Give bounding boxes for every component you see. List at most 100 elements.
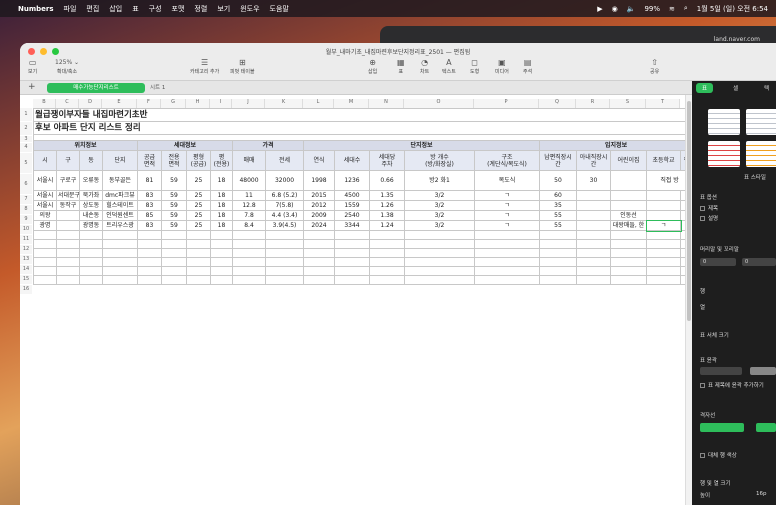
- table-cell[interactable]: 공급 면적: [137, 150, 162, 171]
- table-cell[interactable]: 단지정보: [303, 140, 540, 151]
- table-button[interactable]: ▦ 표: [397, 58, 405, 75]
- table-cell[interactable]: 18: [210, 200, 233, 211]
- table-cell[interactable]: [137, 248, 162, 258]
- table-cell[interactable]: [137, 275, 162, 285]
- table-cell[interactable]: [137, 230, 162, 240]
- table-cell[interactable]: 2024: [303, 220, 335, 231]
- column-header[interactable]: O: [404, 99, 474, 108]
- table-cell[interactable]: 4500: [334, 190, 370, 201]
- table-cell[interactable]: 남편직장시 간: [539, 150, 577, 171]
- table-cell[interactable]: [646, 257, 681, 267]
- table-cell[interactable]: [303, 239, 335, 249]
- sheet-tab-active[interactable]: 매수가능단지리스트: [47, 83, 145, 93]
- column-header[interactable]: J: [232, 99, 265, 108]
- table-cell[interactable]: 대왕매들, 한: [610, 220, 647, 231]
- table-cell[interactable]: [210, 248, 233, 258]
- table-cell[interactable]: 1236: [334, 170, 370, 191]
- table-cell[interactable]: ㄱ: [474, 190, 540, 201]
- table-cell[interactable]: [186, 266, 211, 276]
- table-cell[interactable]: [210, 257, 233, 267]
- table-cell[interactable]: [576, 266, 611, 276]
- table-cell[interactable]: 전용 면적: [161, 150, 187, 171]
- table-cell[interactable]: [79, 239, 103, 249]
- table-cell[interactable]: [56, 257, 80, 267]
- table-cell[interactable]: 2012: [303, 200, 335, 211]
- outline-style-select[interactable]: [700, 367, 742, 375]
- table-cell[interactable]: [210, 230, 233, 240]
- table-cell[interactable]: 내손동: [79, 210, 103, 221]
- table-cell[interactable]: [56, 275, 80, 285]
- table-cell[interactable]: [56, 266, 80, 276]
- table-cell[interactable]: 3.9(4.5): [265, 220, 304, 231]
- table-cell[interactable]: 직접 방: [645, 170, 685, 191]
- tab-table[interactable]: 표: [696, 83, 714, 93]
- table-cell[interactable]: [137, 239, 162, 249]
- table-cell[interactable]: 83: [137, 220, 162, 231]
- share-button[interactable]: ⇧ 공유: [650, 58, 659, 75]
- column-header[interactable]: Q: [539, 99, 576, 108]
- table-cell[interactable]: 인동선: [610, 210, 647, 221]
- table-cell[interactable]: 서울시: [33, 200, 57, 211]
- table-cell[interactable]: 6.8 (5.2): [265, 190, 304, 201]
- table-cell[interactable]: 1559: [334, 200, 370, 211]
- table-cell[interactable]: [102, 230, 138, 240]
- table-cell[interactable]: dmc파크뷰: [102, 190, 138, 201]
- table-cell[interactable]: [161, 239, 187, 249]
- table-cell[interactable]: [186, 257, 211, 267]
- table-cell[interactable]: [576, 200, 611, 211]
- table-cell[interactable]: [646, 248, 681, 258]
- table-cell[interactable]: 방2 화1: [404, 170, 475, 191]
- table-cell[interactable]: [610, 239, 647, 249]
- table-cell[interactable]: 55: [539, 220, 577, 231]
- pivot-table-button[interactable]: ⊞ 피벗 테이블: [230, 58, 255, 75]
- table-cell[interactable]: 12.8: [232, 200, 266, 211]
- row-header[interactable]: 15: [20, 275, 32, 284]
- outline-title-checkbox[interactable]: [700, 383, 705, 388]
- table-cell[interactable]: [539, 275, 577, 285]
- table-cell[interactable]: [79, 230, 103, 240]
- table-cell[interactable]: [56, 220, 80, 231]
- table-cell[interactable]: 85: [137, 210, 162, 221]
- table-cell[interactable]: [576, 239, 611, 249]
- table-cell[interactable]: [33, 266, 57, 276]
- table-style-thumb[interactable]: [708, 109, 740, 135]
- column-header[interactable]: B: [33, 99, 56, 108]
- table-cell[interactable]: [404, 257, 475, 267]
- datetime[interactable]: 1월 5일 (일) 오전 6:54: [697, 4, 768, 14]
- table-cell[interactable]: [369, 248, 405, 258]
- table-cell[interactable]: [646, 210, 681, 221]
- table-cell[interactable]: 59: [161, 210, 187, 221]
- table-cell[interactable]: [474, 266, 540, 276]
- row-header[interactable]: 1: [20, 108, 32, 121]
- table-cell[interactable]: [56, 239, 80, 249]
- table-cell[interactable]: 복도식: [474, 170, 540, 191]
- table-cell[interactable]: 60: [539, 190, 577, 201]
- table-cell[interactable]: 동: [79, 150, 103, 171]
- table-cell[interactable]: 위치정보: [33, 140, 138, 151]
- table-cell[interactable]: [576, 220, 611, 231]
- row-header[interactable]: 4: [20, 143, 32, 152]
- comment-button[interactable]: ▤ 주석: [523, 58, 532, 75]
- gridlines-toggle[interactable]: [756, 423, 776, 432]
- table-cell[interactable]: 59: [161, 200, 187, 211]
- table-cell[interactable]: 상도동: [79, 200, 103, 211]
- table-cell[interactable]: [102, 257, 138, 267]
- media-button[interactable]: ▣ 미디어: [495, 58, 509, 75]
- column-header[interactable]: K: [265, 99, 303, 108]
- play-icon[interactable]: ▶: [597, 5, 602, 13]
- table-cell[interactable]: [186, 248, 211, 258]
- table-cell[interactable]: 18: [210, 220, 233, 231]
- table-cell[interactable]: [576, 275, 611, 285]
- table-cell[interactable]: [646, 230, 681, 240]
- table-cell[interactable]: [33, 239, 57, 249]
- column-header[interactable]: T: [646, 99, 680, 108]
- column-header[interactable]: E: [102, 99, 137, 108]
- table-cell[interactable]: [265, 266, 304, 276]
- table-cell[interactable]: 아내직장시 간: [576, 150, 611, 171]
- column-header[interactable]: C: [56, 99, 79, 108]
- scrollbar-thumb[interactable]: [687, 101, 691, 321]
- data-table[interactable]: 월급쟁이부자들 내집마련기초반 후보 아파트 단지 리스트 정리 위치정보 세대정보 가…: [32, 108, 685, 285]
- table-cell[interactable]: [102, 248, 138, 258]
- table-cell[interactable]: 83: [137, 200, 162, 211]
- table-cell[interactable]: 어린이집: [610, 150, 647, 171]
